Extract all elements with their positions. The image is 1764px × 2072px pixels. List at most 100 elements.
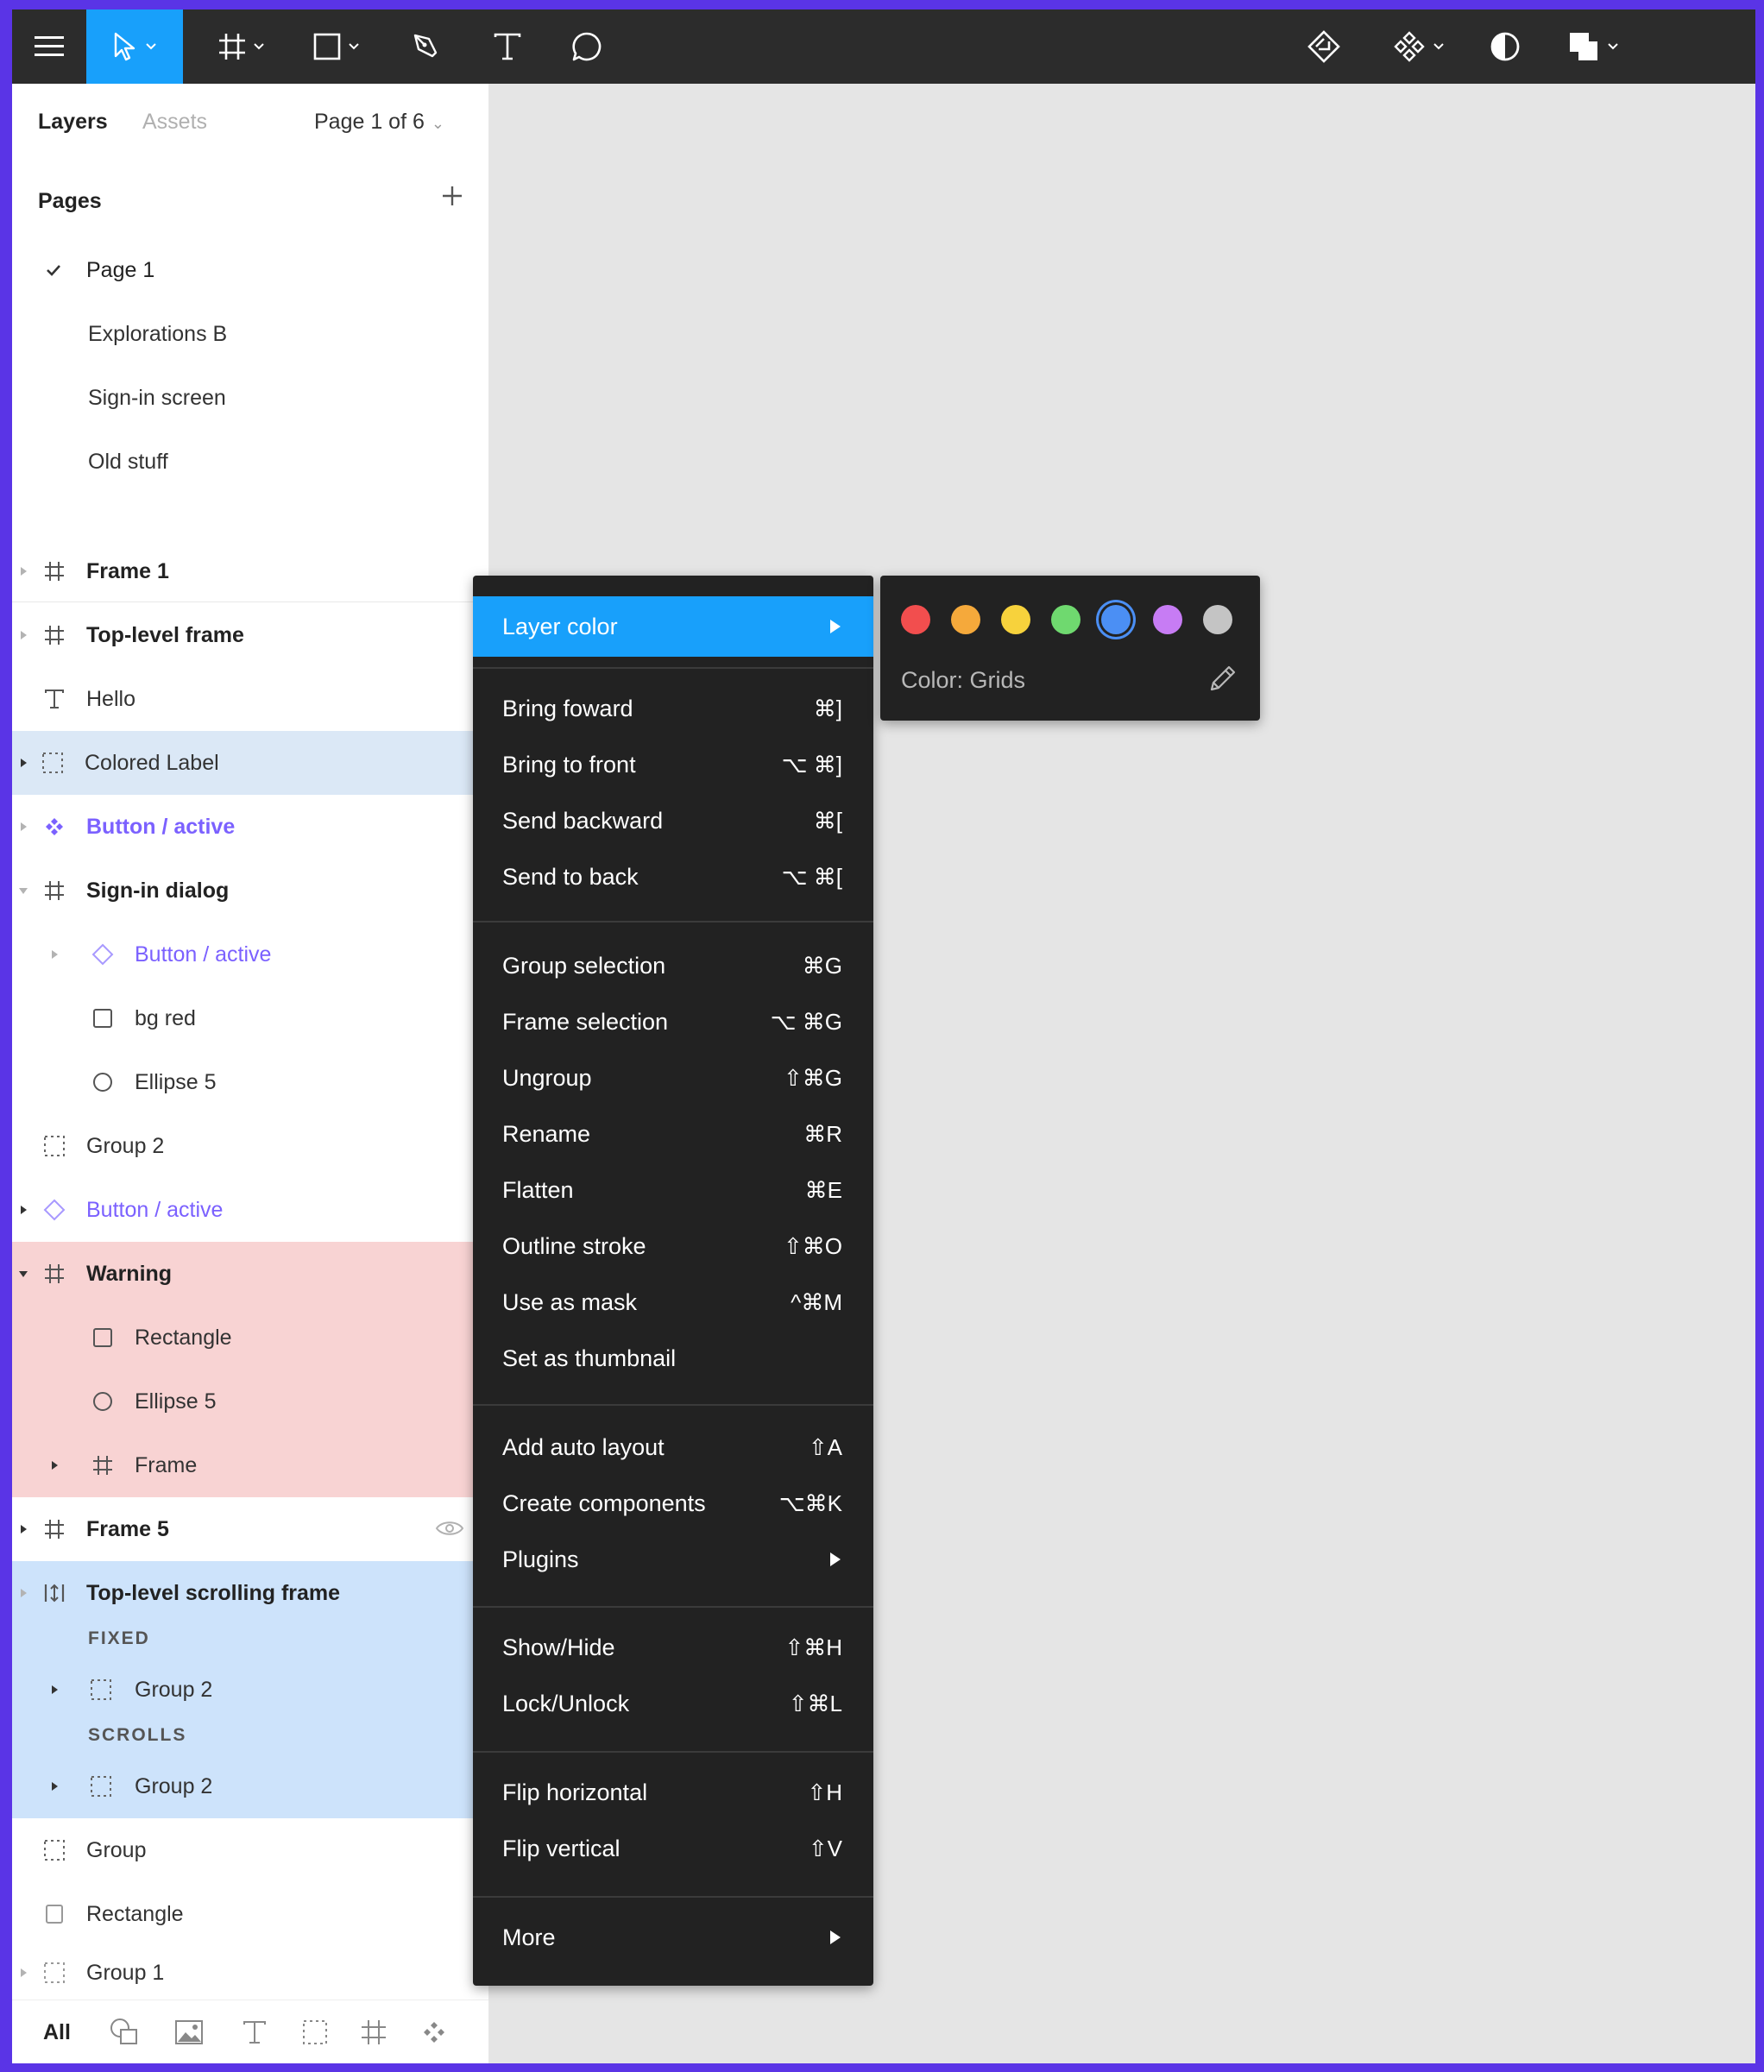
components-button[interactable]	[1379, 9, 1457, 84]
expand-arrow-icon[interactable]	[21, 759, 27, 767]
page-item[interactable]: Page 1	[12, 244, 488, 296]
layer-row[interactable]: Warning	[12, 1242, 473, 1306]
layer-row[interactable]: Button / active	[12, 923, 488, 986]
layer-row[interactable]: Rectangle	[12, 1882, 488, 1946]
boolean-ops-button[interactable]	[1553, 9, 1631, 84]
components-icon	[1392, 29, 1427, 64]
menu-item-more[interactable]: More	[473, 1912, 873, 1962]
menu-item-rename[interactable]: Rename ⌘R	[473, 1109, 873, 1159]
layer-row[interactable]: Sign-in dialog	[12, 859, 488, 923]
menu-item-lock-unlock[interactable]: Lock/Unlock ⇧⌘L	[473, 1678, 873, 1729]
expand-arrow-icon[interactable]	[21, 822, 27, 831]
text-tool-button[interactable]	[473, 9, 542, 84]
layer-row[interactable]: Ellipse 5	[12, 1050, 488, 1114]
menu-item-send-backward[interactable]: Send backward ⌘[	[473, 796, 873, 846]
expand-arrow-icon[interactable]	[21, 1968, 27, 1977]
menu-item-flatten[interactable]: Flatten ⌘E	[473, 1165, 873, 1215]
expand-arrow-icon[interactable]	[52, 950, 58, 959]
image-filter-icon[interactable]	[174, 2018, 204, 2047]
expand-arrow-icon[interactable]	[52, 1461, 58, 1470]
menu-item-ungroup[interactable]: Ungroup ⇧⌘G	[473, 1053, 873, 1103]
menu-item-send-to-back[interactable]: Send to back ⌥ ⌘[	[473, 852, 873, 902]
layer-row[interactable]: Frame 5	[12, 1497, 488, 1561]
add-page-button[interactable]	[435, 180, 469, 215]
expand-arrow-icon[interactable]	[21, 631, 27, 639]
menu-separator	[473, 1751, 873, 1753]
swatch-orange[interactable]	[951, 605, 980, 634]
menu-item-frame-selection[interactable]: Frame selection ⌥ ⌘G	[473, 997, 873, 1047]
menu-item-bring-forward[interactable]: Bring foward ⌘]	[473, 683, 873, 734]
frame-tool-button[interactable]	[202, 9, 280, 84]
instance-icon	[41, 1197, 67, 1223]
expand-arrow-icon[interactable]	[52, 1782, 58, 1791]
move-tool-button[interactable]	[86, 9, 183, 84]
menu-item-bring-to-front[interactable]: Bring to front ⌥ ⌘]	[473, 740, 873, 790]
collapse-arrow-icon[interactable]	[19, 888, 28, 894]
expand-arrow-icon[interactable]	[21, 1206, 27, 1214]
filter-all[interactable]: All	[43, 2018, 71, 2047]
layer-row[interactable]: Button / active	[12, 1178, 488, 1242]
swatch-blue[interactable]	[1101, 605, 1131, 634]
page-selector[interactable]: Page 1 of 6 ⌄	[314, 110, 444, 135]
frame-filter-icon[interactable]	[361, 2018, 387, 2047]
component-filter-icon[interactable]	[421, 2018, 447, 2047]
menu-item-add-auto-layout[interactable]: Add auto layout ⇧A	[473, 1422, 873, 1472]
shapes-filter-icon[interactable]	[109, 2018, 140, 2047]
menu-item-outline-stroke[interactable]: Outline stroke ⇧⌘O	[473, 1221, 873, 1271]
group-filter-icon[interactable]	[302, 2018, 328, 2047]
expand-arrow-icon[interactable]	[21, 567, 27, 576]
layer-row[interactable]: Top-level scrolling frame	[12, 1561, 473, 1625]
menu-item-show-hide[interactable]: Show/Hide ⇧⌘H	[473, 1622, 873, 1672]
layer-row[interactable]: Rectangle	[12, 1306, 473, 1370]
page-item[interactable]: Explorations B	[12, 308, 488, 360]
layer-row[interactable]: bg red	[12, 986, 488, 1050]
pen-tool-button[interactable]	[392, 9, 461, 84]
menu-item-shortcut: ⇧⌘O	[783, 1232, 842, 1259]
menu-item-plugins[interactable]: Plugins	[473, 1534, 873, 1584]
layer-row[interactable]: Button / active	[12, 795, 488, 859]
menu-item-use-as-mask[interactable]: Use as mask ^⌘M	[473, 1277, 873, 1327]
expand-arrow-icon[interactable]	[52, 1685, 58, 1694]
tab-assets[interactable]: Assets	[142, 110, 207, 135]
layer-row[interactable]: Colored Label	[12, 731, 473, 795]
menu-item-layer-color[interactable]: Layer color	[473, 596, 873, 657]
layer-row[interactable]: Group 1	[12, 1946, 488, 2000]
visibility-eye-icon[interactable]	[435, 1518, 464, 1543]
layer-row[interactable]: Top-level frame	[12, 603, 488, 667]
layer-row[interactable]: Ellipse 5	[12, 1370, 473, 1433]
menu-item-flip-horizontal[interactable]: Flip horizontal ⇧H	[473, 1767, 873, 1817]
collapse-arrow-icon[interactable]	[19, 1271, 28, 1277]
swatch-purple[interactable]	[1153, 605, 1182, 634]
group-icon	[41, 1837, 67, 1863]
layer-row[interactable]: Group 2	[12, 1114, 488, 1178]
swatch-green[interactable]	[1051, 605, 1080, 634]
menu-item-flip-vertical[interactable]: Flip vertical ⇧V	[473, 1823, 873, 1874]
pencil-icon[interactable]	[1206, 664, 1238, 699]
layer-row[interactable]: Frame 1	[12, 539, 488, 603]
swatch-yellow[interactable]	[1001, 605, 1030, 634]
comment-tool-button[interactable]	[552, 9, 621, 84]
swatch-red[interactable]	[901, 605, 930, 634]
layer-row[interactable]: Group	[12, 1818, 488, 1882]
expand-arrow-icon[interactable]	[21, 1525, 27, 1534]
layer-row[interactable]: Group 2	[12, 1754, 473, 1818]
menu-item-label: Rename	[502, 1120, 591, 1147]
layer-row[interactable]: Hello	[12, 667, 488, 731]
shape-tool-button[interactable]	[297, 9, 375, 84]
swatch-gray[interactable]	[1203, 605, 1232, 634]
page-item[interactable]: Sign-in screen	[12, 372, 488, 424]
menu-item-set-as-thumbnail[interactable]: Set as thumbnail	[473, 1333, 873, 1383]
expand-arrow-icon[interactable]	[21, 1589, 27, 1597]
page-item[interactable]: Old stuff	[12, 436, 488, 488]
section-label-scrolls: SCROLLS	[88, 1725, 187, 1745]
menu-item-create-components[interactable]: Create components ⌥⌘K	[473, 1478, 873, 1528]
text-filter-icon[interactable]	[242, 2018, 268, 2047]
tab-layers[interactable]: Layers	[38, 110, 108, 135]
menu-icon[interactable]	[12, 9, 86, 84]
layer-row[interactable]: Frame	[12, 1433, 473, 1497]
component-instance-button[interactable]	[1289, 9, 1358, 84]
mask-button[interactable]	[1471, 9, 1540, 84]
menu-item-group-selection[interactable]: Group selection ⌘G	[473, 941, 873, 991]
layer-row[interactable]: Group 2	[12, 1658, 473, 1722]
page-selector-label: Page 1 of 6	[314, 110, 425, 134]
